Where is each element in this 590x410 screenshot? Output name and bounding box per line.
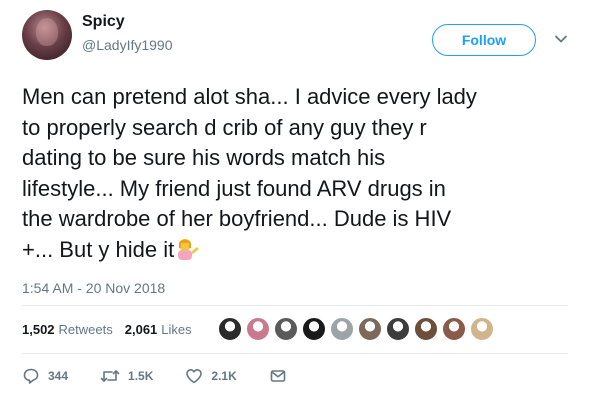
like-button[interactable]: 2.1K xyxy=(185,367,237,385)
liker-avatar[interactable] xyxy=(358,317,382,341)
likes-count: 2,061 xyxy=(124,321,158,337)
liker-avatar[interactable] xyxy=(302,317,326,341)
follow-button[interactable]: Follow xyxy=(432,24,536,56)
liker-avatar[interactable] xyxy=(330,317,354,341)
likes-label: Likes xyxy=(161,321,192,337)
person-tipping-hand-emoji-icon xyxy=(174,235,200,261)
retweets-label: Retweets xyxy=(58,321,113,337)
reply-icon xyxy=(23,368,39,384)
tweet-text: Men can pretend alot sha... I advice eve… xyxy=(22,82,578,265)
tweet-header: Spicy @LadyIfy1990 Follow xyxy=(0,0,590,80)
liker-avatar[interactable] xyxy=(442,317,466,341)
like-count: 2.1K xyxy=(211,369,237,383)
tweet-timestamp[interactable]: 1:54 AM - 20 Nov 2018 xyxy=(22,280,165,296)
direct-message-button[interactable] xyxy=(269,367,287,385)
tweet-body: Men can pretend alot sha... I advice eve… xyxy=(22,84,477,262)
liker-avatar[interactable] xyxy=(246,317,270,341)
tweet-actions: 344 1.5K 2.1K xyxy=(22,365,319,387)
liker-avatar[interactable] xyxy=(274,317,298,341)
liker-avatar[interactable] xyxy=(218,317,242,341)
divider-top xyxy=(22,305,568,306)
display-name[interactable]: Spicy xyxy=(82,13,125,31)
retweet-button[interactable]: 1.5K xyxy=(100,367,153,385)
liker-avatar[interactable] xyxy=(470,317,494,341)
liker-avatar[interactable] xyxy=(386,317,410,341)
likes-stat[interactable]: 2,061 Likes xyxy=(125,322,192,337)
retweet-icon xyxy=(100,370,120,382)
liker-avatars xyxy=(218,316,498,342)
user-handle[interactable]: @LadyIfy1990 xyxy=(82,37,173,53)
reply-count: 344 xyxy=(48,369,69,383)
avatar[interactable] xyxy=(22,10,72,60)
envelope-icon xyxy=(270,370,286,382)
retweet-count: 1.5K xyxy=(128,369,154,383)
liker-avatar[interactable] xyxy=(414,317,438,341)
reply-button[interactable]: 344 xyxy=(22,367,68,385)
retweets-count: 1,502 xyxy=(22,321,55,337)
heart-icon xyxy=(186,369,203,384)
retweets-stat[interactable]: 1,502 Retweets xyxy=(22,322,113,337)
divider-bottom xyxy=(22,353,568,354)
engagement-stats: 1,502 Retweets 2,061 Likes xyxy=(22,316,204,342)
chevron-down-icon[interactable] xyxy=(552,30,570,48)
